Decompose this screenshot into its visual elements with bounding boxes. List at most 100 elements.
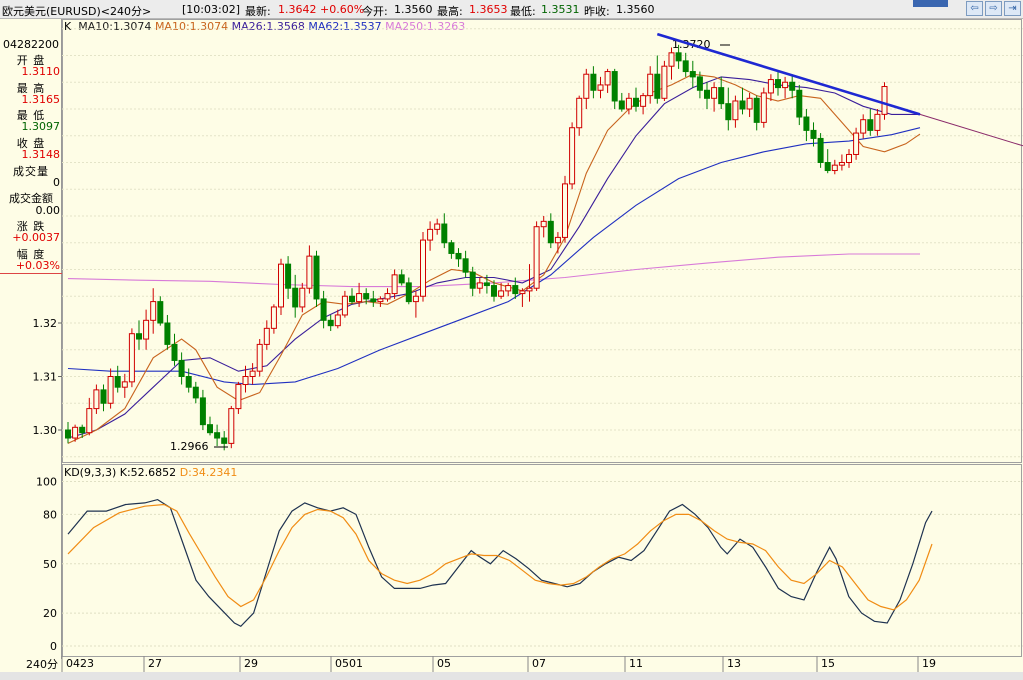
candle-body	[668, 52, 675, 67]
candle-body	[618, 100, 625, 110]
candle-body	[356, 293, 363, 303]
candle-body	[569, 127, 576, 185]
candle-body	[235, 384, 242, 410]
x-axis-label: 19	[922, 657, 936, 670]
candle-body	[214, 432, 221, 439]
kd-panel-border	[62, 464, 1022, 657]
candle-body	[547, 220, 554, 244]
candle-body	[207, 424, 213, 434]
candle-body	[689, 71, 696, 78]
candle-body	[753, 97, 760, 123]
x-axis-label: 13	[727, 657, 741, 670]
candle-body	[285, 263, 292, 289]
candle-body	[654, 73, 661, 99]
x-axis-label: 11	[629, 657, 643, 670]
candle-body	[767, 79, 774, 94]
candle-body	[79, 426, 86, 434]
candle-body	[739, 100, 746, 110]
kd-y-tick: 80	[43, 508, 57, 521]
candle-body	[242, 376, 249, 386]
candle-body	[65, 429, 71, 439]
candle-body	[228, 408, 235, 444]
candle-body	[199, 397, 206, 426]
candle-body	[185, 376, 192, 388]
candle-body	[860, 119, 867, 134]
candle-body	[512, 285, 519, 295]
candle-body	[817, 137, 824, 164]
candle-body	[136, 333, 142, 340]
candle-body	[604, 71, 611, 86]
candle-body	[278, 263, 284, 308]
candle-body	[498, 290, 505, 297]
candle-body	[732, 100, 739, 121]
candle-body	[391, 274, 398, 295]
candle-body	[590, 73, 597, 91]
candle-body	[306, 255, 313, 289]
candle-body	[398, 274, 405, 284]
candle-body	[249, 370, 256, 377]
candle-body	[505, 285, 512, 292]
candle-body	[576, 97, 583, 129]
price-chart[interactable]: 1.30 1.31 1.32 0 20 50 80 100 0423 27 29 0501 05 07 11…	[0, 0, 1023, 680]
candle-body	[846, 153, 852, 164]
candle-body	[824, 162, 831, 172]
candle-body	[554, 236, 561, 244]
kd-d-line	[67, 503, 933, 611]
candle-body	[143, 319, 150, 340]
candle-body	[491, 285, 497, 297]
candle-body	[320, 298, 327, 321]
kd-y-tick: 20	[43, 607, 57, 620]
candle-body	[434, 223, 441, 230]
price-panel-border	[62, 19, 1022, 463]
candle-body	[583, 73, 590, 99]
candle-body	[874, 113, 881, 131]
candle-body	[299, 287, 306, 308]
candle-body	[803, 116, 810, 131]
candle-body	[171, 343, 178, 361]
candle-body	[420, 239, 426, 297]
candle-body	[114, 376, 121, 388]
candle-body	[121, 381, 128, 388]
candle-body	[718, 87, 725, 105]
candle-body	[178, 359, 185, 378]
candle-body	[540, 220, 547, 228]
candle-body	[405, 282, 412, 303]
candle-body	[349, 295, 355, 303]
candle-body	[341, 295, 348, 316]
candle-body	[93, 389, 100, 410]
candle-body	[150, 301, 157, 321]
candle-body	[448, 242, 455, 254]
kd-y-tick: 0	[50, 640, 57, 653]
candle-body	[746, 97, 753, 110]
kd-k-line	[67, 498, 933, 628]
candle-body	[72, 426, 79, 439]
candle-body	[412, 295, 419, 303]
candle-body	[725, 103, 732, 121]
candle-body	[483, 282, 490, 287]
x-axis-label: 29	[244, 657, 258, 670]
candle-body	[363, 293, 370, 300]
candle-body	[838, 162, 845, 166]
candle-body	[562, 183, 568, 238]
candle-body	[526, 287, 533, 292]
candle-body	[625, 97, 632, 110]
candle-body	[441, 223, 448, 244]
candle-body	[831, 164, 838, 172]
candle-body	[128, 333, 135, 383]
candle-body	[597, 84, 604, 91]
candle-body	[221, 437, 228, 444]
candle-body	[867, 119, 874, 131]
candle-body	[519, 290, 526, 295]
candle-body	[164, 322, 171, 345]
candle-body	[427, 228, 434, 241]
candle-body	[704, 89, 710, 99]
candle-body	[384, 293, 391, 300]
x-axis-label: 0423	[66, 657, 94, 670]
candle-body	[327, 319, 334, 327]
candle-body	[633, 97, 639, 107]
candle-body	[455, 252, 462, 260]
candle-body	[469, 271, 476, 289]
candle-body	[682, 60, 689, 73]
x-axis-label: 0501	[335, 657, 363, 670]
candle-body	[611, 71, 618, 102]
